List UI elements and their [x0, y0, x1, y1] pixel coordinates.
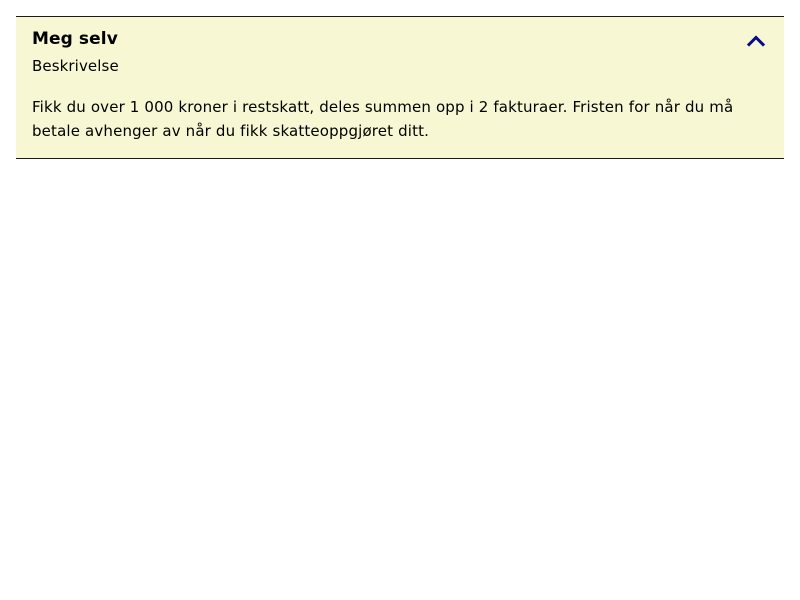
chevron-up-icon[interactable] [744, 29, 768, 53]
accordion-subtitle: Beskrivelse [32, 57, 119, 75]
accordion-body-text: Fikk du over 1 000 kroner i restskatt, d… [32, 98, 734, 140]
accordion-header[interactable]: Meg selv Beskrivelse [16, 17, 784, 89]
accordion-title: Meg selv [32, 29, 118, 49]
accordion-panel: Meg selv Beskrivelse Fikk du over 1 000 … [16, 16, 784, 159]
